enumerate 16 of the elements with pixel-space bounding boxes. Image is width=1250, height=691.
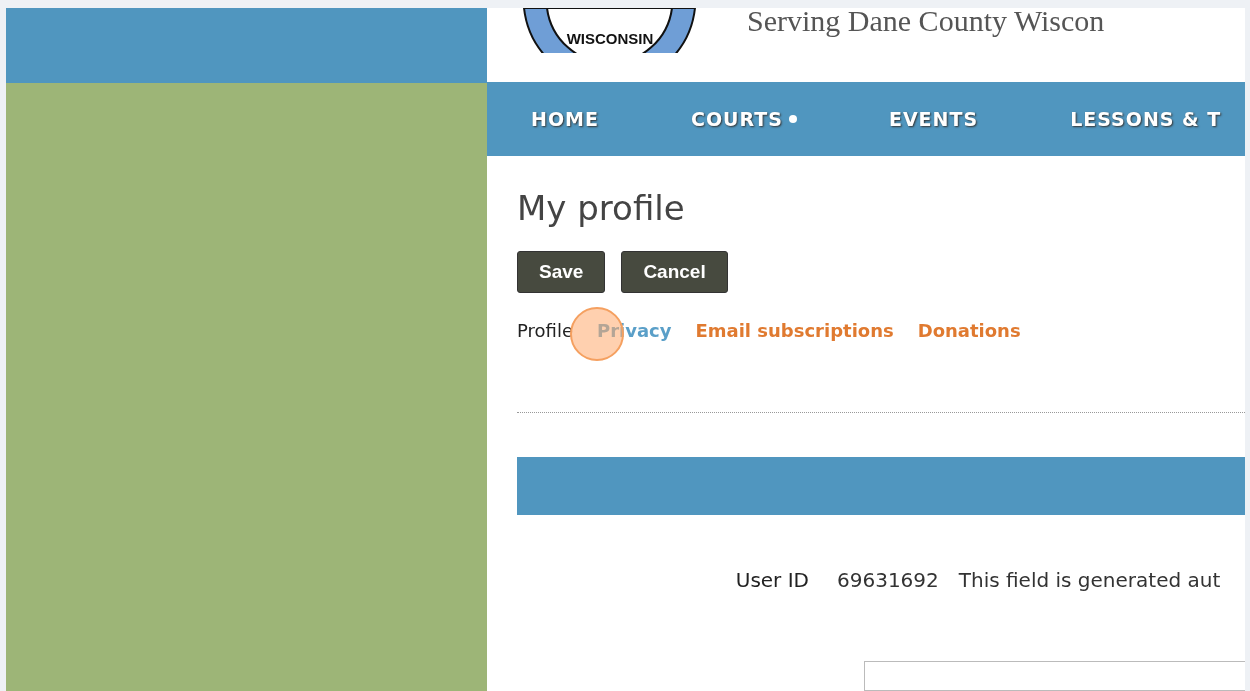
nav-link[interactable]: COURTS [690, 104, 797, 134]
profile-tab[interactable]: Donations [917, 317, 1021, 344]
field-hint: This field is generated aut [958, 567, 1221, 594]
profile-tab[interactable]: Profile [517, 317, 573, 344]
nav-link[interactable]: EVENTS [888, 104, 979, 134]
profile-tab[interactable]: Email subscriptions [695, 317, 894, 344]
logo-seal: WISCONSIN [522, 8, 697, 53]
cancel-button[interactable]: Cancel [621, 250, 728, 293]
page-title: My profile [517, 187, 686, 229]
input-field[interactable] [864, 661, 1245, 691]
nav-link[interactable]: HOME [531, 104, 599, 134]
site-tagline: Serving Dane County Wiscon [747, 8, 1105, 36]
field-value: 69631692 [837, 567, 939, 594]
field-label: User ID [734, 567, 810, 594]
nav-link[interactable]: LESSONS & T [1070, 104, 1222, 134]
save-button[interactable]: Save [517, 250, 606, 293]
